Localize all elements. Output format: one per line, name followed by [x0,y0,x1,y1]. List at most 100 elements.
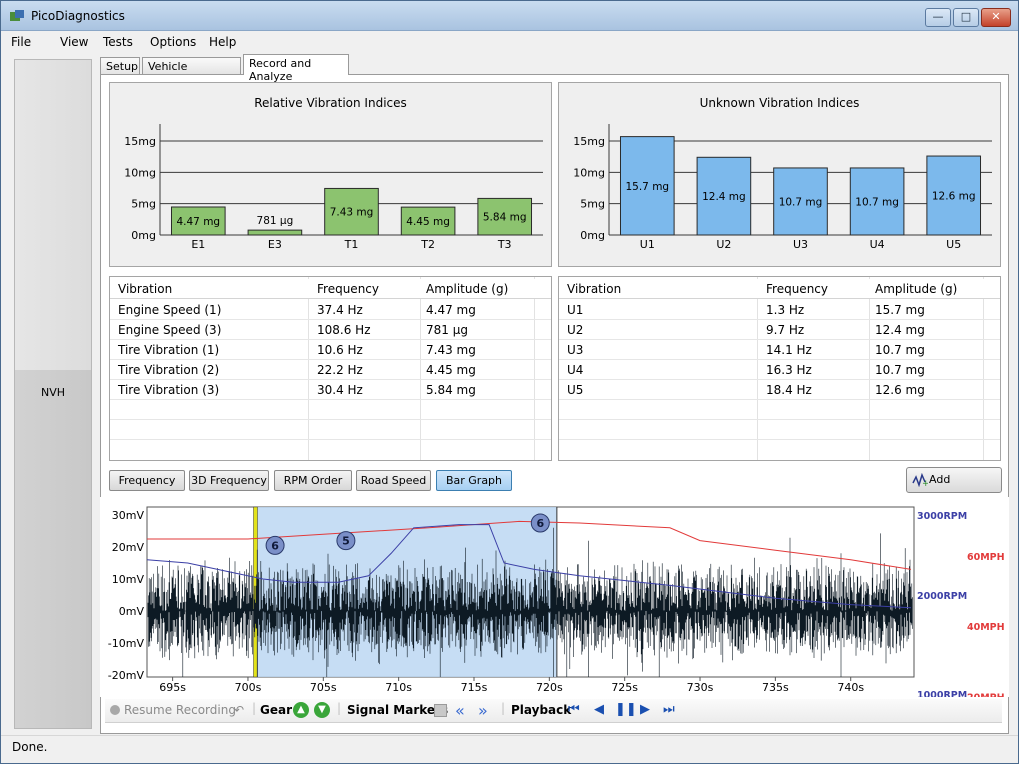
menu-help[interactable]: Help [209,35,236,49]
x-tick-label: 735s [762,681,789,694]
table-row[interactable]: Engine Speed (3) 108.6 Hz 781 µg [110,320,551,340]
table-row[interactable] [559,400,1000,420]
signal-marker-label: 5 [342,535,350,548]
table-row[interactable]: Tire Vibration (2) 22.2 Hz 4.45 mg [110,360,551,380]
tab-vehicle-information[interactable]: Vehicle Information [142,57,241,86]
road-speed-button[interactable]: Road Speed [356,470,431,491]
table-row[interactable]: Engine Speed (1) 37.4 Hz 4.47 mg [110,300,551,320]
3d-frequency-button[interactable]: 3D Frequency [189,470,269,491]
table-cell: 15.7 mg [875,303,925,317]
menu-file[interactable]: File [11,35,31,49]
table-cell: U1 [567,303,584,317]
column-header[interactable]: Frequency [766,282,828,296]
table-row[interactable]: U5 18.4 Hz 12.6 mg [559,380,1000,400]
waveform-plot[interactable]: 6 5 6 30mV 20mV 10mV 0mV -10mV -20mV 695s 700s 705s… [100,497,1009,697]
table-row[interactable]: U2 9.7 Hz 12.4 mg [559,320,1000,340]
x-tick-label: 740s [837,681,864,694]
bar-data-label: 4.47 mg [176,216,220,228]
sidebar: NVH [14,59,92,729]
x-tick-label: 715s [461,681,488,694]
y-tick-label: 5mg [580,198,605,211]
bar-graph-button[interactable]: Bar Graph [436,470,512,491]
minimize-button[interactable]: — [925,8,951,27]
tab-setup[interactable]: Setup [100,57,140,74]
marker-previous-icon[interactable]: « [455,701,465,720]
bar-data-label: 12.4 mg [702,191,746,203]
x-tick-label: U3 [793,238,808,251]
x-tick-label: T1 [344,238,359,251]
tab-record-and-analyze[interactable]: Record and Analyze [243,54,349,83]
table-row[interactable]: U3 14.1 Hz 10.7 mg [559,340,1000,360]
x-tick-label: U2 [716,238,731,251]
menu-tests[interactable]: Tests [103,35,133,49]
column-header[interactable]: Amplitude (g) [426,282,508,296]
table-cell: 10.7 mg [875,343,925,357]
x-tick-label: 710s [385,681,412,694]
table-row[interactable]: U4 16.3 Hz 10.7 mg [559,360,1000,380]
bar-data-label: 7.43 mg [330,207,374,219]
gear-down-icon[interactable]: ▼ [314,702,330,718]
bar-data-label: 10.7 mg [779,196,823,208]
resume-recording-button[interactable]: Resume Recording [124,703,236,717]
gear-up-icon[interactable]: ▲ [293,702,309,718]
gear-label: Gear [260,703,293,717]
table-row[interactable] [110,400,551,420]
menu-view[interactable]: View [60,35,88,49]
table-cell: 18.4 Hz [766,383,812,397]
column-header[interactable]: Amplitude (g) [875,282,957,296]
step-back-icon[interactable]: ◀ [594,702,604,717]
skip-end-icon[interactable]: ⏭ [663,702,675,717]
add-vibration-button[interactable]: + Add Vibration [906,467,1002,510]
marker-add-icon[interactable] [434,704,447,717]
table-row[interactable]: Tire Vibration (1) 10.6 Hz 7.43 mg [110,340,551,360]
table-cell: Tire Vibration (1) [118,343,220,357]
rpm-order-button[interactable]: RPM Order [274,470,352,491]
frequency-button[interactable]: Frequency [109,470,185,491]
table-cell: 781 µg [426,323,468,337]
table-cell: 22.2 Hz [317,363,363,377]
column-header[interactable]: Frequency [317,282,379,296]
title-bar: PicoDiagnostics — □ ✕ [1,1,1018,31]
minimize-icon: — [932,10,944,23]
menu-bar: File View Tests Options Help [1,31,1018,53]
y-tick-label: -20mV [108,669,145,682]
skip-start-icon[interactable]: ⏮ [568,702,580,717]
pause-icon[interactable]: ❚❚ [615,702,637,717]
playback-toolbar: Resume Recording ↶ | Gear ▲ ▼ | Signal M… [105,699,1002,723]
play-icon[interactable]: ▶ [640,702,650,717]
table-header: Vibration Frequency Amplitude (g) [110,279,551,299]
y-tick-label: 10mV [112,573,145,586]
bar [247,229,303,236]
table-row[interactable]: U1 1.3 Hz 15.7 mg [559,300,1000,320]
waveform-svg[interactable]: 6 5 6 30mV 20mV 10mV 0mV -10mV -20mV 695s 700s 705s… [100,497,1009,697]
bar-data-label: 12.6 mg [932,191,976,203]
table-cell: 108.6 Hz [317,323,371,337]
table-cell: 10.7 mg [875,363,925,377]
table-row[interactable] [559,420,1000,440]
column-header[interactable]: Vibration [567,282,621,296]
sidebar-item-nvh[interactable] [15,370,91,728]
relative-chart-svg: 15mg 10mg 5mg 0mg 4.47 mg E1 781 µg E3 7.43 mg T1… [124,124,543,251]
table-cell: U4 [567,363,584,377]
table-cell: Engine Speed (1) [118,303,222,317]
y-tick-label: 0mg [580,229,605,242]
relative-vibration-table: Vibration Frequency Amplitude (g) Engine Sp… [109,276,552,461]
y-tick-label: 15mg [124,135,156,148]
x-tick-label: 720s [536,681,563,694]
column-header[interactable]: Vibration [118,282,172,296]
table-cell: Engine Speed (3) [118,323,222,337]
unknown-chart-svg: 15mg 10mg 5mg 0mg 15.7 mg U1 12.4 mg U2 10.7 mg U… [573,124,992,251]
table-row[interactable]: Tire Vibration (3) 30.4 Hz 5.84 mg [110,380,551,400]
table-row[interactable] [110,420,551,440]
undo-icon[interactable]: ↶ [234,703,244,717]
marker-next-icon[interactable]: » [478,701,488,720]
y-tick-label: 0mV [119,605,145,618]
maximize-button[interactable]: □ [953,8,979,27]
menu-options[interactable]: Options [150,35,196,49]
close-button[interactable]: ✕ [981,8,1011,27]
mph-tick-label: 20MPH [967,693,1005,697]
rpm-tick-label: 3000RPM [917,511,967,522]
rpm-tick-label: 1000RPM [917,690,967,697]
x-tick-label: E3 [268,238,282,251]
close-icon: ✕ [991,10,1001,23]
